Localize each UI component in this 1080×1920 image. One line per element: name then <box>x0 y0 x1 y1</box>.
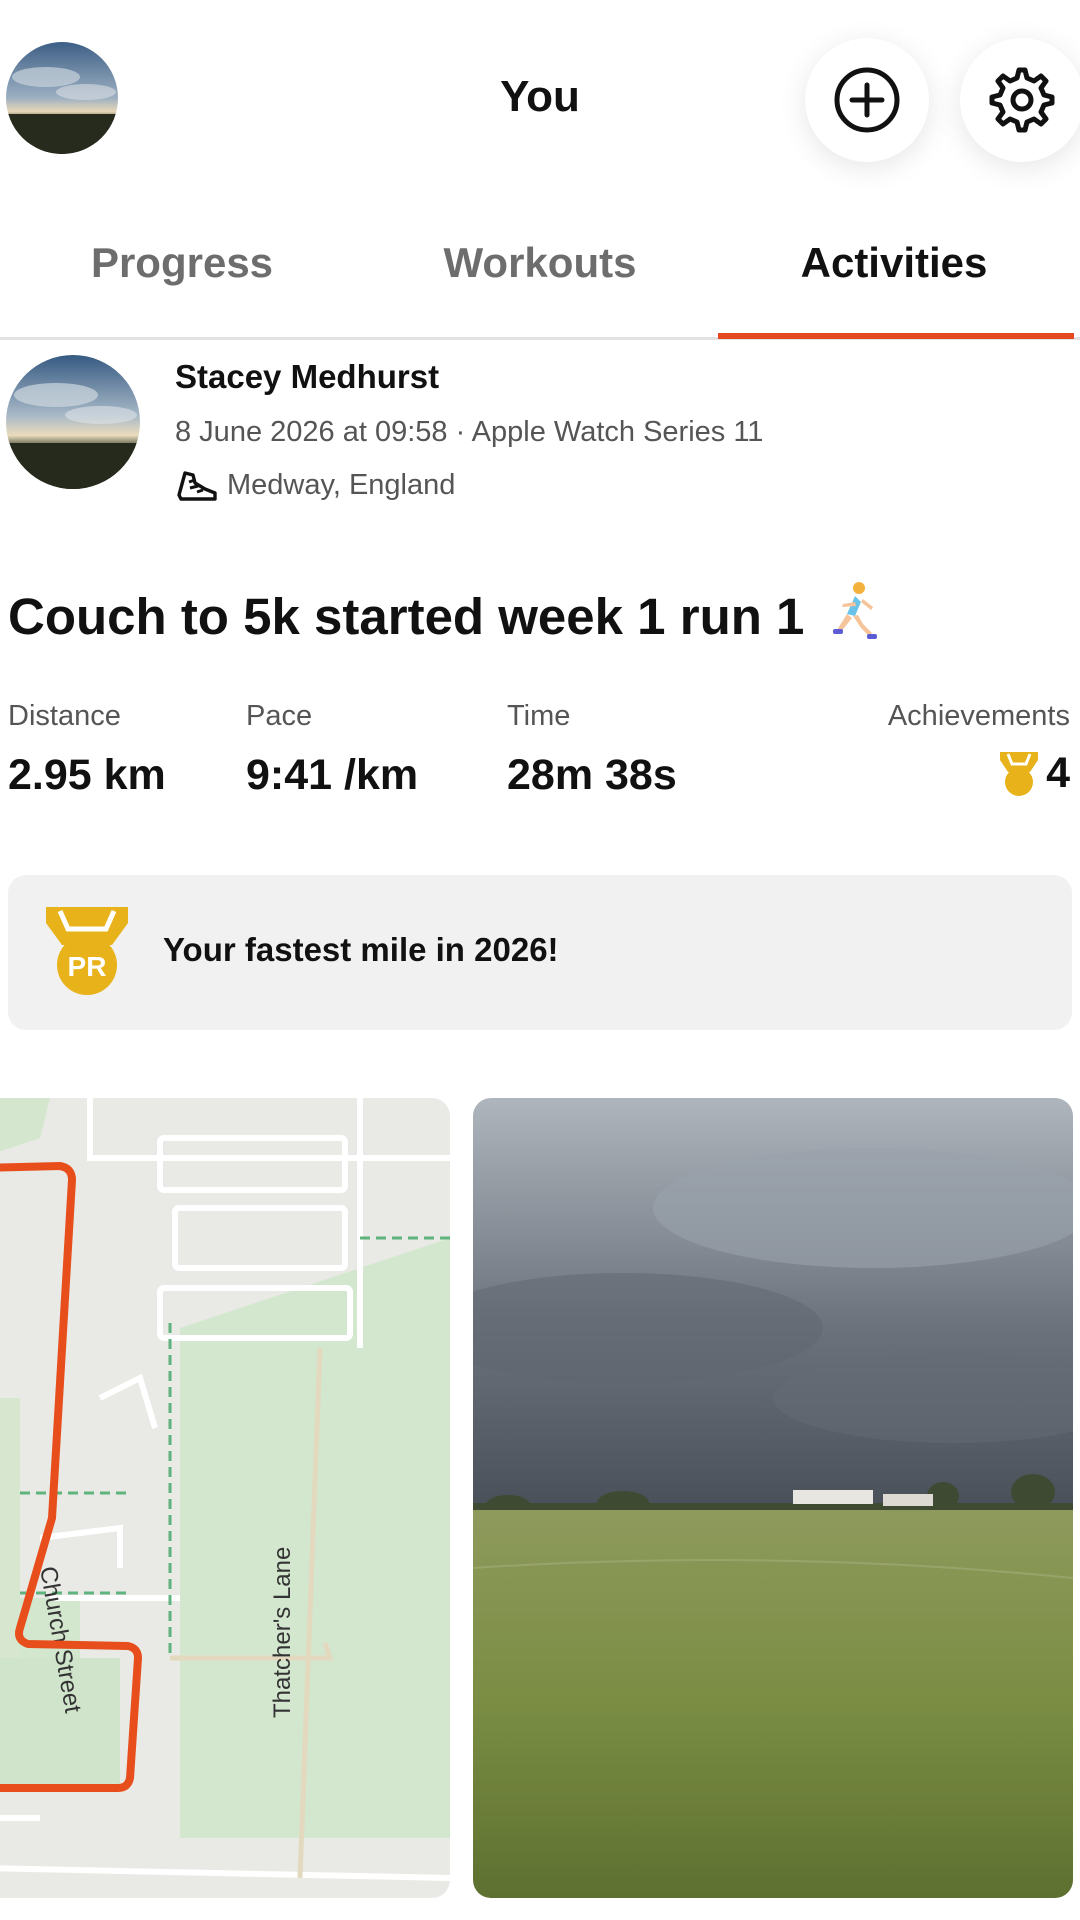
route-map[interactable]: Thatcher's Lane Church Street <box>0 1098 450 1898</box>
pr-medal-icon: PR <box>46 907 128 995</box>
activity-date-device: 8 June 2026 at 09:58 · Apple Watch Serie… <box>175 416 764 448</box>
activity-photo[interactable] <box>473 1098 1073 1898</box>
running-shoe-icon <box>177 471 217 501</box>
stat-pace: Pace 9:41 /km <box>246 700 418 800</box>
activity-location-row: Medway, England <box>175 465 455 505</box>
stat-label: Distance <box>8 700 121 732</box>
stat-value: 28m 38s <box>507 751 677 799</box>
tab-bar: Progress Workouts Activities <box>0 225 1080 340</box>
gear-icon <box>989 67 1055 133</box>
pr-banner-text: Your fastest mile in 2026! <box>163 931 559 968</box>
plus-circle-icon <box>834 67 900 133</box>
author-name[interactable]: Stacey Medhurst <box>175 358 439 396</box>
stat-label: Achievements <box>887 700 1070 732</box>
achievements-count: 4 <box>1046 749 1070 797</box>
activity-author: Stacey Medhurst 8 June 2026 at 09:58 · A… <box>0 350 1080 510</box>
activity-title[interactable]: Couch to 5k started week 1 run 1 <box>8 580 881 646</box>
tab-activities[interactable]: Activities <box>714 239 1074 287</box>
stat-value: 9:41 /km <box>246 751 419 799</box>
woman-running-icon <box>832 582 877 639</box>
stat-label: Pace <box>246 700 313 732</box>
pr-badge-text: PR <box>68 951 107 982</box>
stat-achievements[interactable]: Achievements 4 <box>888 700 1070 798</box>
add-button[interactable] <box>805 38 929 162</box>
location-label: Medway, England <box>227 468 456 501</box>
activity-title-text: Couch to 5k started week 1 run 1 <box>8 588 805 645</box>
tab-progress[interactable]: Progress <box>2 239 362 287</box>
medal-icon <box>1000 751 1039 796</box>
settings-button[interactable] <box>960 38 1080 162</box>
pr-banner[interactable]: PR Your fastest mile in 2026! <box>8 875 1072 1030</box>
map-street-label: Thatcher's Lane <box>269 1547 296 1718</box>
stat-distance: Distance 2.95 km <box>8 700 166 800</box>
app-header: You <box>0 0 1080 200</box>
active-tab-indicator <box>718 333 1074 339</box>
stat-value: 2.95 km <box>8 751 166 799</box>
author-avatar[interactable] <box>6 355 140 489</box>
stat-time: Time 28m 38s <box>507 700 677 800</box>
stat-label: Time <box>507 700 571 732</box>
tab-workouts[interactable]: Workouts <box>360 239 720 287</box>
